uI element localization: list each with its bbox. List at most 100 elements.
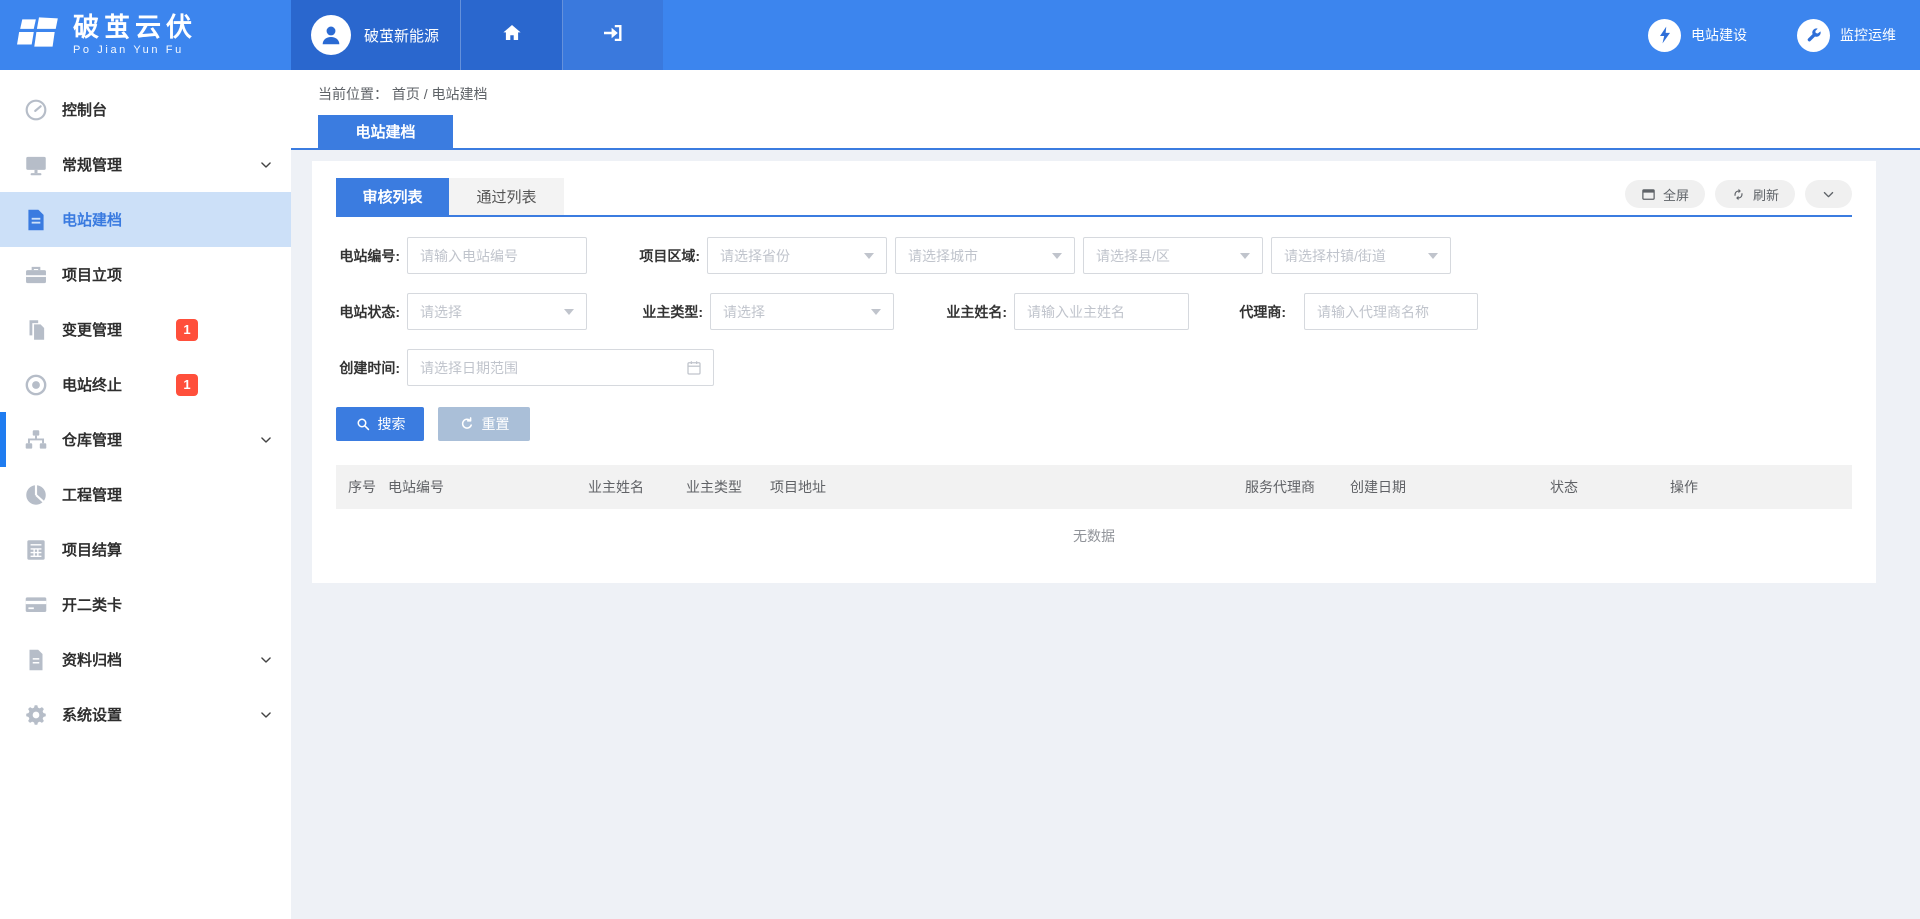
caret-down-icon: [1052, 253, 1062, 259]
brand-mark-icon: [16, 12, 62, 59]
search-label: 搜索: [378, 414, 406, 434]
sign-in-icon: [601, 21, 625, 50]
sidebar-item-label: 项目立项: [62, 264, 122, 285]
sidebar-item-data-archive[interactable]: 资料归档: [0, 632, 291, 687]
col-station-code: 电站编号: [376, 477, 576, 497]
sidebar-item-change-mgmt[interactable]: 变更管理 1: [0, 302, 291, 357]
window-icon: [1641, 187, 1656, 202]
results-table: 序号 电站编号 业主姓名 业主类型 项目地址 服务代理商 创建日期 状态 操作 …: [336, 465, 1852, 563]
caret-down-icon: [864, 253, 874, 259]
town-select[interactable]: 请选择村镇/街道: [1271, 237, 1451, 274]
refresh-button[interactable]: 刷新: [1715, 180, 1795, 208]
col-actions: 操作: [1658, 477, 1852, 497]
sidebar-item-engineering-mgmt[interactable]: 工程管理: [0, 467, 291, 522]
sidebar-item-label: 开二类卡: [62, 594, 122, 615]
home-button[interactable]: [461, 0, 563, 70]
main-content: 当前位置： 首页 / 电站建档 电站建档 审核列表 通过列表 全屏: [291, 70, 1920, 919]
change-mgmt-badge: 1: [176, 319, 198, 341]
station-code-label: 电站编号:: [336, 246, 407, 266]
agent-input[interactable]: [1304, 293, 1478, 330]
search-icon: [355, 416, 371, 432]
col-address: 项目地址: [758, 477, 1233, 497]
district-select[interactable]: 请选择县/区: [1083, 237, 1263, 274]
station-archive-panel: 审核列表 通过列表 全屏 刷新: [312, 161, 1876, 583]
region-label: 项目区域:: [587, 246, 707, 266]
province-select[interactable]: 请选择省份: [707, 237, 887, 274]
caret-down-icon: [1428, 253, 1438, 259]
calculator-icon: [23, 537, 49, 563]
sidebar-item-project-initiation[interactable]: 项目立项: [0, 247, 291, 302]
caret-down-icon: [1240, 253, 1250, 259]
owner-name-label: 业主姓名:: [894, 302, 1014, 322]
panel-tabbar: 审核列表 通过列表 全屏 刷新: [336, 178, 1852, 217]
sidebar-item-label: 资料归档: [62, 649, 122, 670]
sidebar-item-label: 工程管理: [62, 484, 122, 505]
calendar-icon: [685, 359, 703, 377]
date-range-wrap: [407, 349, 714, 386]
station-terminate-badge: 1: [176, 374, 198, 396]
collapse-button[interactable]: [1805, 180, 1852, 208]
sidebar-item-label: 控制台: [62, 99, 107, 120]
reset-button[interactable]: 重置: [438, 407, 530, 441]
city-select-value: 请选择城市: [908, 246, 978, 266]
tab-passed-list[interactable]: 通过列表: [449, 178, 564, 215]
logout-button[interactable]: [563, 0, 663, 70]
header-mode-switch: 电站建设 监控运维: [1648, 0, 1920, 70]
sidebar-item-label: 变更管理: [62, 319, 122, 340]
filter-row-2: 电站状态: 请选择 业主类型: 请选择 业主姓名: 代理商:: [336, 293, 1852, 330]
sidebar-item-station-archive[interactable]: 电站建档: [0, 192, 291, 247]
reset-icon: [459, 416, 475, 432]
sidebar-item-general-mgmt[interactable]: 常规管理: [0, 137, 291, 192]
table-header: 序号 电站编号 业主姓名 业主类型 项目地址 服务代理商 创建日期 状态 操作: [336, 465, 1852, 509]
sidebar-item-label: 仓库管理: [62, 429, 122, 450]
sitemap-icon: [23, 427, 49, 453]
col-owner-name: 业主姓名: [576, 477, 674, 497]
app-header: 破茧云伏 Po Jian Yun Fu 破茧新能源: [0, 0, 1920, 70]
town-select-value: 请选择村镇/街道: [1284, 246, 1386, 266]
monitor-ops-button[interactable]: 监控运维: [1797, 19, 1896, 52]
sidebar-item-system-settings[interactable]: 系统设置: [0, 687, 291, 742]
filter-buttons: 搜索 重置: [336, 407, 1852, 441]
owner-type-select[interactable]: 请选择: [710, 293, 894, 330]
sidebar-item-label: 项目结算: [62, 539, 122, 560]
owner-type-label: 业主类型:: [587, 302, 710, 322]
gear-icon: [23, 702, 49, 728]
page-tab-station-archive[interactable]: 电站建档: [318, 115, 453, 148]
station-build-button[interactable]: 电站建设: [1648, 19, 1747, 52]
empty-state: 无数据: [336, 509, 1852, 563]
chevron-down-icon: [259, 158, 273, 172]
sidebar: 控制台 常规管理 电站建档 项目立项: [0, 70, 291, 919]
sidebar-item-open-card[interactable]: 开二类卡: [0, 577, 291, 632]
sidebar-item-console[interactable]: 控制台: [0, 82, 291, 137]
chevron-down-icon: [259, 708, 273, 722]
sidebar-item-label: 电站终止: [62, 374, 122, 395]
search-button[interactable]: 搜索: [336, 407, 424, 441]
breadcrumb-path: 首页 / 电站建档: [392, 86, 488, 102]
date-range-input[interactable]: [407, 349, 714, 386]
copy-icon: [23, 317, 49, 343]
city-select[interactable]: 请选择城市: [895, 237, 1075, 274]
header-spacer: [663, 0, 1648, 70]
record-circle-icon: [23, 372, 49, 398]
station-code-input[interactable]: [407, 237, 587, 274]
col-agent: 服务代理商: [1233, 477, 1338, 497]
sidebar-item-project-settlement[interactable]: 项目结算: [0, 522, 291, 577]
col-owner-type: 业主类型: [674, 477, 758, 497]
owner-name-input[interactable]: [1014, 293, 1189, 330]
brand-title: 破茧云伏: [73, 14, 197, 40]
sidebar-item-warehouse-mgmt[interactable]: 仓库管理: [0, 412, 291, 467]
station-build-label: 电站建设: [1691, 25, 1747, 45]
caret-down-icon: [871, 309, 881, 315]
sidebar-item-station-terminate[interactable]: 电站终止 1: [0, 357, 291, 412]
fullscreen-label: 全屏: [1663, 185, 1689, 204]
tab-review-list[interactable]: 审核列表: [336, 178, 449, 215]
col-status: 状态: [1538, 477, 1658, 497]
province-select-value: 请选择省份: [720, 246, 790, 266]
station-status-select[interactable]: 请选择: [407, 293, 587, 330]
fullscreen-button[interactable]: 全屏: [1625, 180, 1705, 208]
create-time-label: 创建时间:: [336, 358, 407, 378]
monitor-icon: [23, 152, 49, 178]
document-icon: [23, 207, 49, 233]
reset-label: 重置: [482, 414, 510, 434]
header-user-segment[interactable]: 破茧新能源: [291, 0, 461, 70]
